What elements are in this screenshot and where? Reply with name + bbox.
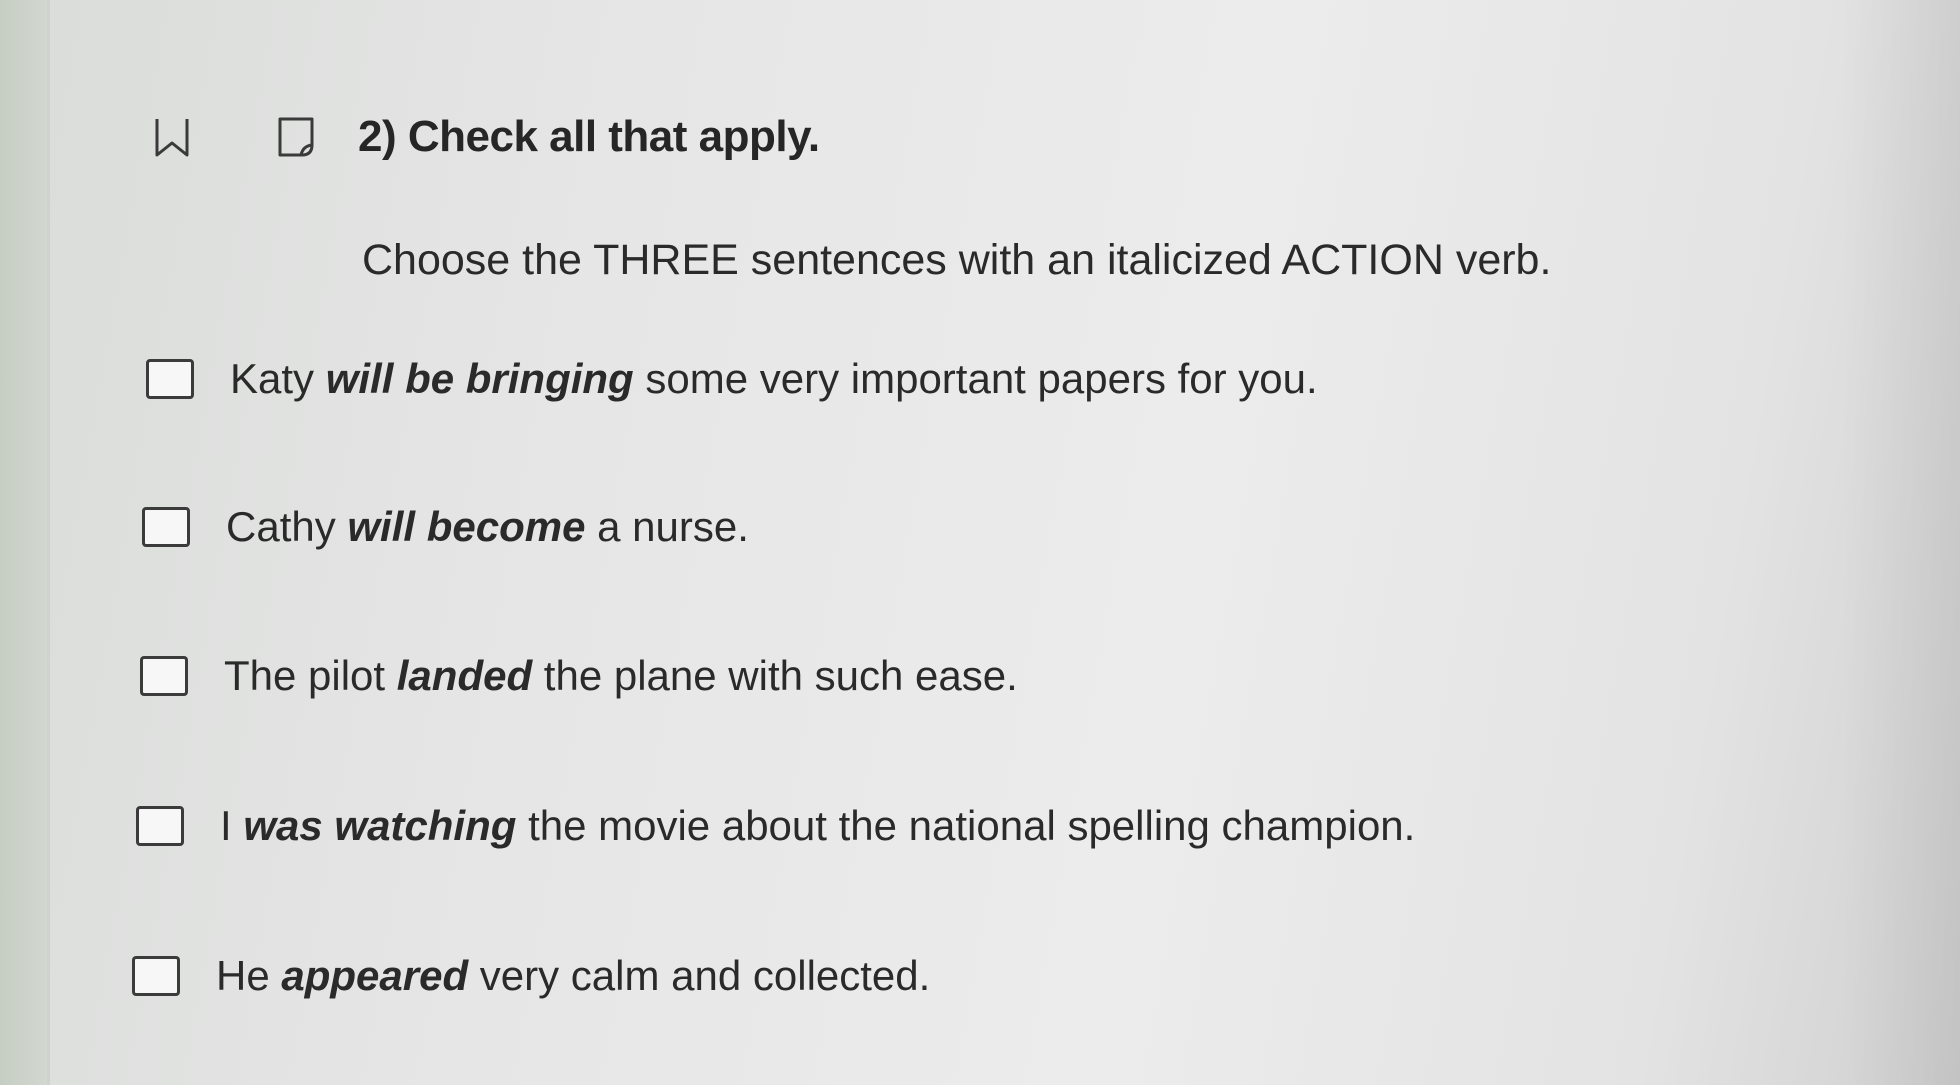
answer-checkbox[interactable] bbox=[132, 956, 180, 996]
question-title: 2) Check all that apply. bbox=[358, 112, 820, 161]
answer-checkbox[interactable] bbox=[140, 656, 188, 696]
answer-checkbox[interactable] bbox=[142, 507, 190, 547]
answer-option[interactable]: The pilot landed the plane with such eas… bbox=[140, 652, 1018, 700]
question-header: 2) Check all that apply. bbox=[150, 112, 820, 162]
flag-icon[interactable] bbox=[274, 115, 318, 159]
left-panel-edge bbox=[0, 0, 50, 1085]
answer-checkbox[interactable] bbox=[146, 359, 194, 399]
answer-checkbox[interactable] bbox=[136, 806, 184, 846]
bookmark-icon[interactable] bbox=[150, 115, 194, 159]
answer-option[interactable]: Cathy will become a nurse. bbox=[142, 503, 749, 551]
answer-label[interactable]: The pilot landed the plane with such eas… bbox=[224, 652, 1018, 700]
answer-option[interactable]: He appeared very calm and collected. bbox=[132, 952, 930, 1000]
answer-label[interactable]: He appeared very calm and collected. bbox=[216, 952, 930, 1000]
answer-option[interactable]: Katy will be bringing some very importan… bbox=[146, 355, 1318, 403]
answer-option[interactable]: I was watching the movie about the natio… bbox=[136, 802, 1415, 850]
answer-label[interactable]: Katy will be bringing some very importan… bbox=[230, 355, 1318, 403]
question-instruction: Choose the THREE sentences with an itali… bbox=[362, 236, 1552, 284]
right-shadow bbox=[1840, 0, 1960, 1085]
answer-label[interactable]: I was watching the movie about the natio… bbox=[220, 802, 1415, 850]
answer-label[interactable]: Cathy will become a nurse. bbox=[226, 503, 749, 551]
